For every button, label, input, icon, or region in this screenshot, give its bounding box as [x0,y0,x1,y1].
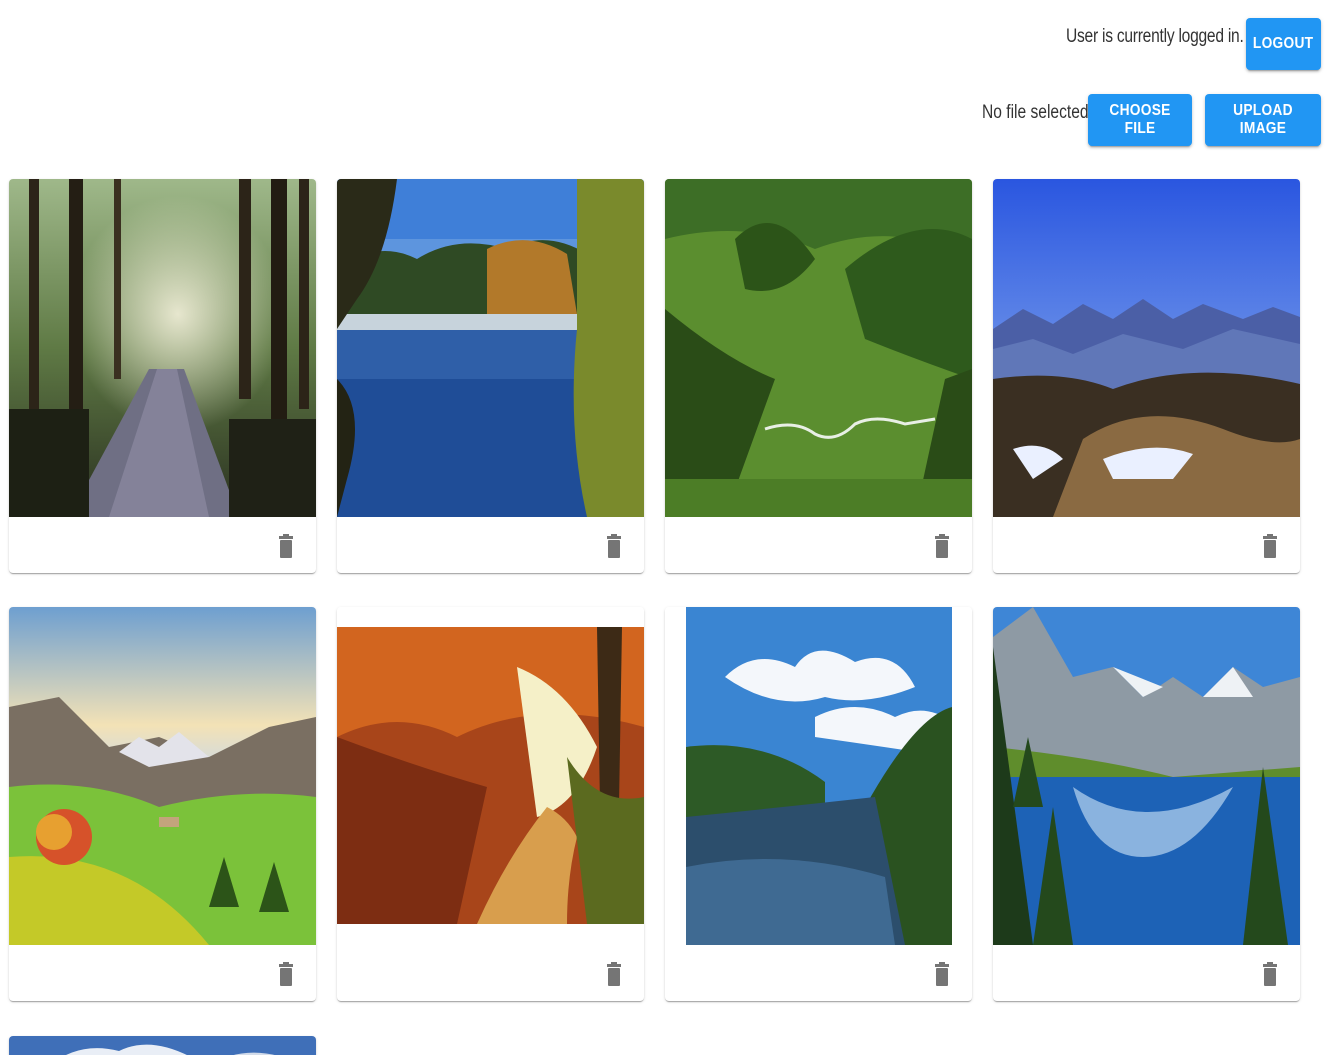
delete-icon[interactable] [602,531,626,561]
image-card [337,607,644,1001]
delete-icon[interactable] [930,531,954,561]
delete-icon[interactable] [930,959,954,989]
image-card [993,607,1300,1001]
upload-image-button[interactable]: UPLOAD IMAGE [1205,94,1321,146]
delete-icon[interactable] [602,959,626,989]
mountain-lake-image [993,607,1300,945]
delete-icon[interactable] [1258,959,1282,989]
sky-image [9,1036,316,1055]
image-card [9,607,316,1001]
image-card [993,179,1300,573]
choose-file-button-label: CHOOSE FILE [1109,102,1171,137]
mountain-range-image [993,179,1300,517]
image-card [665,179,972,573]
image-card [337,179,644,573]
lake-image [337,179,644,517]
upload-image-button-label: UPLOAD IMAGE [1233,102,1293,137]
alpine-meadow-image [9,607,316,945]
choose-file-button[interactable]: CHOOSE FILE [1088,94,1192,146]
forest-road-image [9,179,316,517]
logout-button[interactable]: LOGOUT [1246,18,1321,70]
gallery-page: User is currently logged in. LOGOUT No f… [0,0,1325,1055]
login-status-text: User is currently logged in. [1066,26,1244,47]
autumn-path-image [337,607,644,945]
image-card [665,607,972,1001]
delete-icon[interactable] [1258,531,1282,561]
delete-icon[interactable] [274,531,298,561]
delete-icon[interactable] [274,959,298,989]
river-image [665,607,972,945]
image-card [9,1036,316,1055]
green-valley-image [665,179,972,517]
image-card [9,179,316,573]
file-status-text: No file selected [982,102,1089,123]
logout-button-label: LOGOUT [1253,35,1314,52]
